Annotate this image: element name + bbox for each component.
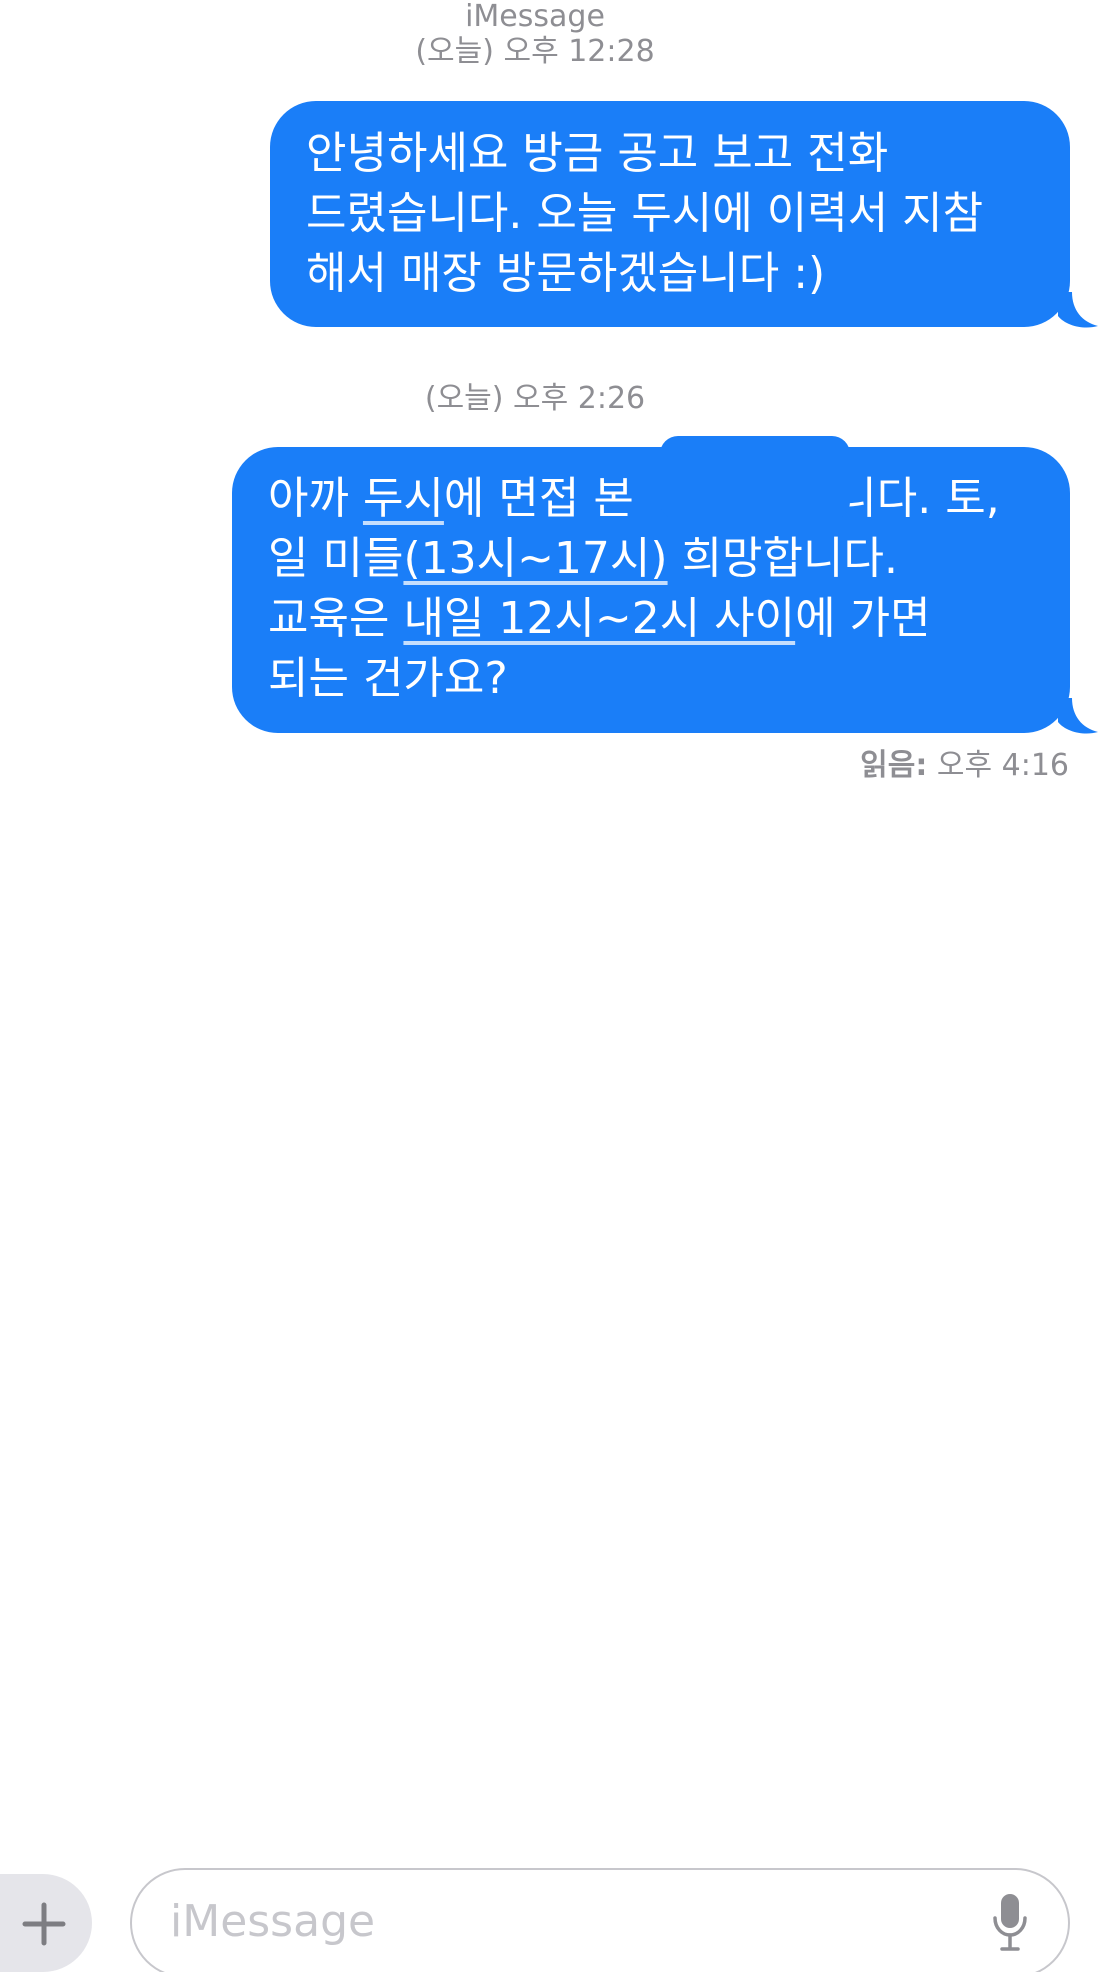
message-bubble-sent[interactable]: 아까 두시에 면접 본 입니다. 토, 일 미들(13시~17시) 희망합니다.… — [232, 447, 1070, 733]
message-input[interactable]: iMessage — [130, 1868, 1070, 1972]
message-bubble-sent[interactable]: 안녕하세요 방금 공고 보고 전화 드렸습니다. 오늘 두시에 이력서 지참 해… — [270, 101, 1070, 327]
redaction-mark — [660, 436, 850, 520]
compose-bar: iMessage — [0, 1858, 1101, 1972]
message-line: 안녕하세요 방금 공고 보고 전화 — [306, 128, 889, 179]
bubble-tail — [1058, 698, 1098, 734]
plus-icon — [22, 1902, 66, 1946]
add-attachment-button[interactable] — [0, 1874, 92, 1972]
message-input-placeholder: iMessage — [170, 1896, 376, 1947]
message-line: 드렸습니다. 오늘 두시에 이력서 지참 — [306, 188, 984, 239]
message-line: 해서 매장 방문하겠습니다 :) — [306, 248, 826, 299]
date-link[interactable]: (13시~17시) — [403, 533, 667, 584]
message-line: 되는 건가요? — [268, 653, 508, 704]
bubble-tail — [1058, 292, 1098, 328]
timestamp-2: (오늘) 오후 2:26 — [424, 381, 646, 416]
message-line: 일 미들(13시~17시) 희망합니다. — [268, 533, 898, 584]
message-line: 교육은 내일 12시~2시 사이에 가면 — [268, 593, 931, 644]
service-label: iMessage — [465, 0, 605, 34]
microphone-icon[interactable] — [992, 1892, 1028, 1952]
date-link[interactable]: 두시 — [363, 473, 444, 524]
timestamp-1: (오늘) 오후 12:28 — [415, 34, 655, 69]
read-receipt: 읽음: 오후 4:16 — [860, 748, 1069, 783]
date-link[interactable]: 내일 12시~2시 사이 — [403, 593, 795, 644]
